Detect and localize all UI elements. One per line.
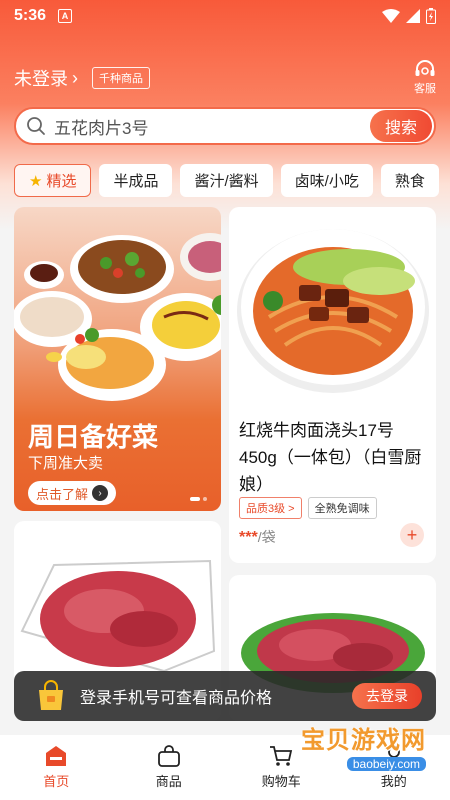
headset-icon [415,60,435,76]
bag-icon [157,745,180,767]
product-title[interactable]: 红烧牛肉面浇头17号450g（一体包）（白雪厨娘） [239,417,429,498]
nav-label: 首页 [43,774,70,789]
login-prompt-text: 登录手机号可查看商品价格 [80,690,273,707]
product-image [237,229,429,393]
category-tab-cooked[interactable]: 熟食 [380,164,439,197]
category-label: 卤味/小吃 [294,173,359,190]
promo-banner[interactable]: 周日备好菜 下周准大卖 点击了解 › [14,207,221,511]
banner-title: 周日备好菜 [28,422,159,452]
product-count-tag: 千种商品 [92,67,150,89]
product-badges: 品质3级 > 全熟免调味 [239,497,377,519]
header-row: 未登录 › 千种商品 客服 [14,58,436,98]
site-watermark: 宝贝游戏网 baobeiy.com [276,712,426,778]
category-tab-featured[interactable]: ★ 精选 [14,164,92,197]
category-tab-braised[interactable]: 卤味/小吃 [280,164,373,197]
product-price: ***/袋 [239,527,276,547]
login-status[interactable]: 未登录 [14,65,68,91]
notification-icon: A [58,9,73,23]
category-tab-sauces[interactable]: 酱汁/酱料 [180,164,273,197]
price-unit: /袋 [257,529,276,545]
battery-icon [426,8,436,24]
status-time: 5:36 [14,7,47,24]
home-icon [46,746,67,766]
signal-icon [406,9,420,23]
nav-products[interactable]: 商品 [129,745,209,790]
banner-food-image [14,233,221,401]
quality-badge[interactable]: 品质3级 > [239,497,302,519]
status-icons [382,8,436,24]
feature-badge: 全熟免调味 [307,497,377,519]
arrow-right-icon: › [92,485,109,501]
category-tab-semi-finished[interactable]: 半成品 [99,164,173,197]
nav-home[interactable]: 首页 [16,745,96,790]
carousel-dot [203,497,207,501]
category-label: 半成品 [113,173,159,190]
category-label: 精选 [46,173,77,190]
add-to-cart-button[interactable]: + [400,523,424,547]
product-card[interactable]: 红烧牛肉面浇头17号450g（一体包）（白雪厨娘） 品质3级 > 全熟免调味 *… [229,207,436,563]
search-bar[interactable]: 五花肉片3号 搜索 [14,107,436,145]
service-label: 客服 [414,83,436,95]
category-label: 熟食 [394,173,425,190]
watermark-url: baobeiy.com [346,756,426,771]
carousel-indicator [190,497,207,501]
go-login-button[interactable]: 去登录 [352,683,422,709]
carousel-dot-active [190,497,200,501]
shopping-bag-icon [39,680,63,710]
category-tabs: ★ 精选 半成品 酱汁/酱料 卤味/小吃 熟食 [14,164,450,198]
search-icon [27,117,45,135]
search-button[interactable]: 搜索 [370,110,432,142]
watermark-text: 宝贝游戏网 [301,726,426,754]
customer-service-button[interactable]: 客服 [414,60,436,96]
wifi-icon [382,9,400,23]
banner-learn-more-button[interactable]: 点击了解 › [28,481,117,505]
category-label: 酱汁/酱料 [194,173,259,190]
status-bar: 5:36 A [0,0,450,32]
price-masked: *** [239,529,258,546]
banner-button-label: 点击了解 [36,486,89,502]
nav-label: 商品 [155,774,182,789]
chevron-right-icon[interactable]: › [72,68,78,89]
star-icon: ★ [29,172,43,190]
search-input[interactable]: 五花肉片3号 [54,114,370,139]
banner-subtitle: 下周准大卖 [28,455,104,472]
